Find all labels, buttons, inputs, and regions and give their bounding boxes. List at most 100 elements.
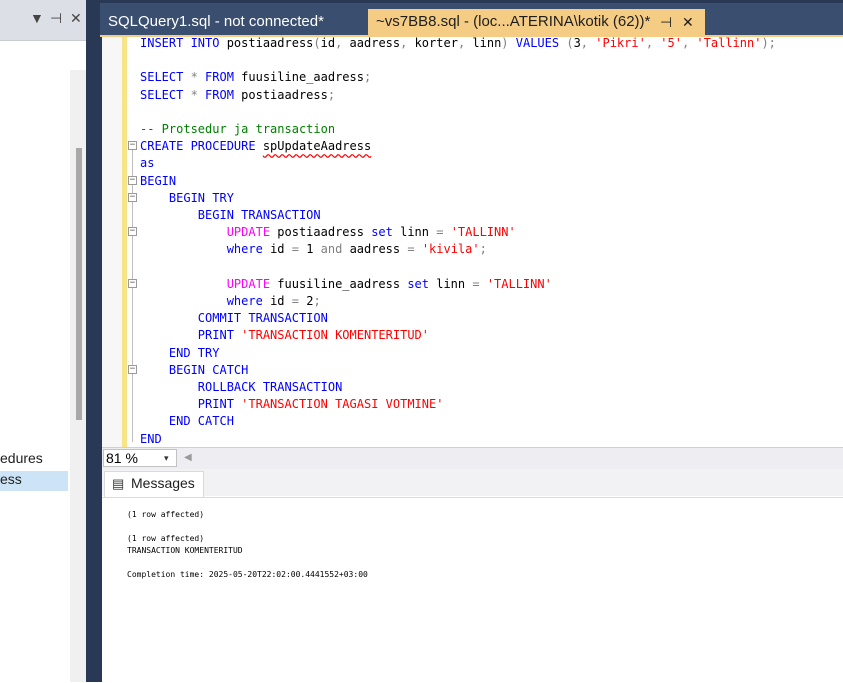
code-token: postiaadress (241, 87, 328, 102)
code-token: ) (501, 36, 516, 50)
message-line: Completion time: 2025-05-20T22:02:00.444… (127, 570, 368, 579)
code-token: postiaadress (226, 36, 314, 50)
code-token: 'TRANSACTION KOMENTERITUD' (241, 328, 429, 343)
code-token: , (335, 36, 350, 50)
tab-pin-icon[interactable]: ⊣ (660, 9, 672, 35)
code-token: BEGIN (140, 173, 177, 188)
code-token: ; (363, 70, 372, 85)
code-line: END (140, 431, 162, 448)
editor-status-bar (102, 447, 843, 470)
code-token: VALUES (515, 36, 567, 50)
code-token: 'TRANSACTION TAGASI VOTMINE' (241, 397, 444, 412)
code-token: id (320, 36, 336, 50)
code-line: PRINT 'TRANSACTION KOMENTERITUD' (140, 327, 429, 344)
dropdown-icon[interactable]: ▼ (30, 10, 44, 26)
code-token: FROM (205, 70, 242, 85)
chevron-down-icon[interactable]: ▾ (164, 449, 169, 467)
code-token: UPDATE (226, 225, 278, 240)
code-line: BEGIN CATCH (140, 362, 248, 379)
code-token: , (457, 36, 473, 50)
code-token: , (580, 36, 596, 50)
zoom-value: 81 % (106, 450, 138, 466)
code-token: * (190, 70, 206, 85)
code-token: fuusiline_aadress (277, 276, 408, 291)
code-token: END CATCH (168, 414, 234, 429)
code-token: linn (472, 36, 502, 50)
code-token: ROLLBACK TRANSACTION (197, 380, 343, 394)
code-token: set (371, 225, 401, 240)
tree-item-selected[interactable]: ess (0, 471, 68, 491)
fold-toggle-icon[interactable]: − (128, 176, 137, 185)
fold-toggle-icon[interactable]: − (128, 227, 137, 236)
code-line: UPDATE postiaadress set linn = 'TALLINN' (140, 224, 516, 241)
scrollbar-thumb[interactable] (76, 148, 82, 420)
code-token: fuusiline_aadress (241, 70, 364, 85)
fold-toggle-icon[interactable]: − (128, 365, 137, 374)
code-token: , (681, 36, 697, 50)
editor-margin (102, 37, 122, 447)
code-token: aadress (349, 242, 408, 257)
fold-toggle-icon[interactable]: − (128, 141, 137, 150)
code-token: 'TALLINN' (486, 276, 552, 291)
code-line: as (140, 155, 154, 172)
code-line: END CATCH (140, 413, 234, 430)
code-token: and (320, 242, 350, 257)
code-token: 'TALLINN' (450, 225, 516, 240)
code-token: linn (436, 276, 473, 291)
code-token: korter (414, 36, 458, 50)
code-token: 'kivila' (421, 242, 480, 257)
fold-toggle-icon[interactable]: − (128, 279, 137, 288)
code-token: , (400, 36, 415, 50)
code-token: ; (327, 87, 336, 102)
close-icon[interactable]: ✕ (70, 10, 82, 27)
code-token: PRINT (197, 328, 242, 343)
code-token: END TRY (168, 345, 220, 360)
change-indicator-bar (122, 37, 127, 447)
code-line: END TRY (140, 345, 220, 362)
tree-item-procedures[interactable]: edures (0, 450, 68, 470)
code-token: SELECT (140, 70, 191, 85)
code-line: where id = 1 and aadress = 'kivila'; (140, 241, 487, 258)
messages-icon: ▤ (112, 476, 125, 491)
results-tab-strip (102, 469, 843, 496)
code-token: = (407, 242, 422, 257)
code-token: , (645, 36, 661, 50)
code-token: END (140, 431, 162, 446)
code-line: SELECT * FROM postiaadress; (140, 87, 335, 104)
code-token: where (226, 242, 271, 257)
code-line: COMMIT TRANSACTION (140, 310, 328, 327)
code-token: ; (479, 242, 487, 257)
code-token: spUpdateAadress (262, 139, 372, 154)
tab-vs7bb8[interactable]: ~vs7BB8.sql - (loc...ATERINA\kotik (62))… (368, 9, 705, 35)
fold-toggle-icon[interactable]: − (128, 193, 137, 202)
code-token: aadress (349, 36, 401, 50)
code-token: as (140, 156, 155, 171)
code-line: BEGIN TRANSACTION (140, 207, 321, 224)
code-token: postiaadress (277, 225, 372, 240)
code-token: PRINT (197, 397, 242, 412)
tab-close-icon[interactable]: ✕ (682, 9, 694, 35)
messages-pane[interactable] (102, 497, 843, 683)
code-line: PRINT 'TRANSACTION TAGASI VOTMINE' (140, 396, 444, 413)
message-line: (1 row affected) (127, 510, 205, 519)
code-token: COMMIT TRANSACTION (197, 311, 328, 326)
message-line: TRANSACTION KOMENTERITUD (127, 546, 243, 555)
code-token: '5' (660, 36, 682, 50)
code-token: id (270, 242, 292, 257)
code-token: = (291, 294, 307, 308)
code-token: 3 (573, 36, 581, 50)
pin-icon[interactable]: ⊣ (50, 10, 62, 27)
code-line: INSERT INTO postiaadress(id, aadress, ko… (140, 35, 776, 52)
panel-splitter[interactable] (86, 0, 102, 682)
scroll-left-icon[interactable]: ◀ (184, 450, 192, 466)
tab-sqlquery1[interactable]: SQLQuery1.sql - not connected* (100, 9, 368, 35)
